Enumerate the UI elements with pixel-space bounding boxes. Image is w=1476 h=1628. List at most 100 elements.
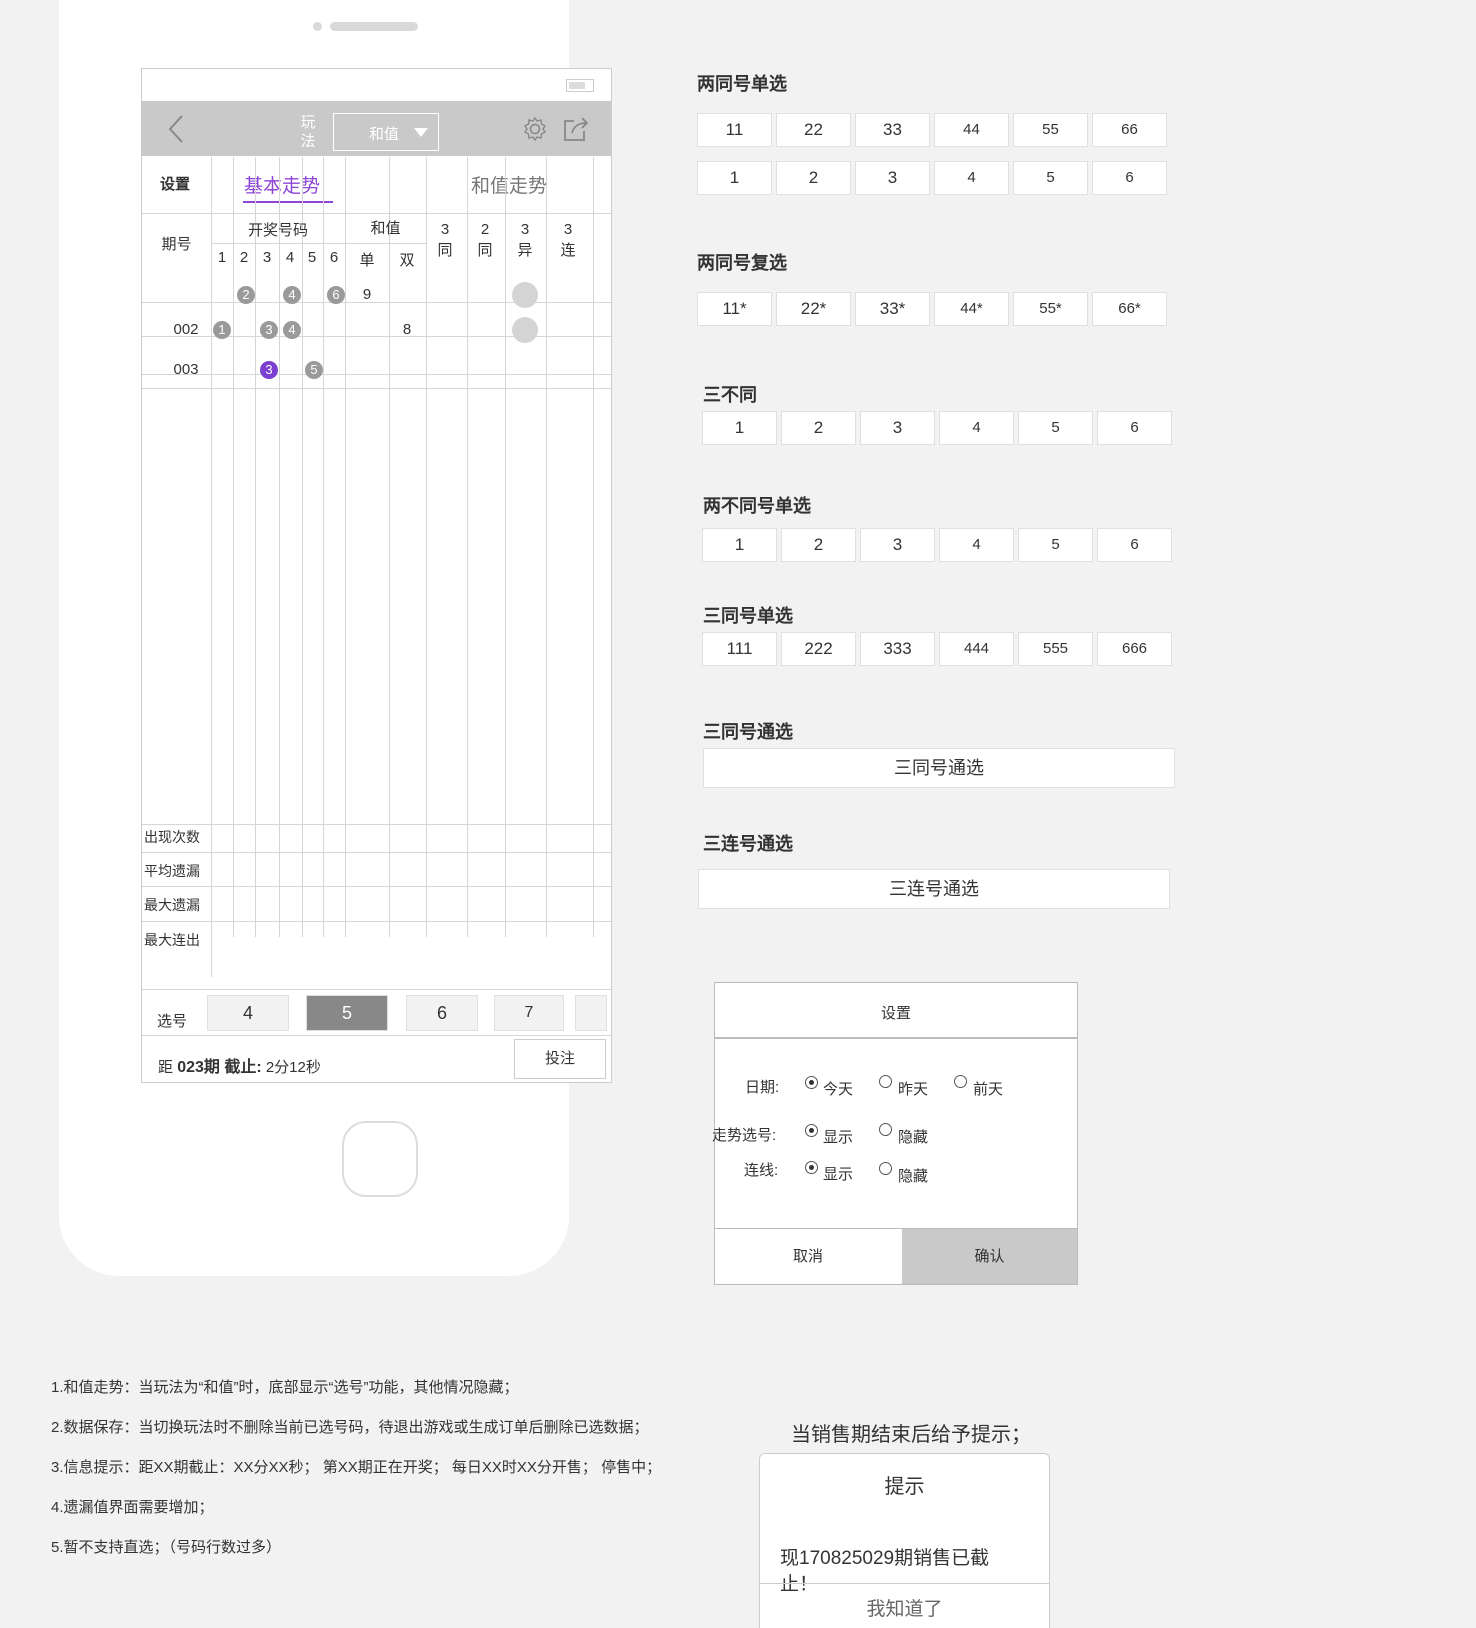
alert-dialog: 提示 现170825029期销售已截止！ 我知道了 — [759, 1453, 1050, 1628]
number-option[interactable]: 222 — [781, 632, 856, 666]
number-ball: 4 — [283, 286, 301, 304]
number-ball: 3 — [260, 361, 278, 379]
trend-pick-hide-radio[interactable] — [879, 1123, 892, 1136]
alert-ok-button[interactable]: 我知道了 — [760, 1594, 1049, 1621]
picker-option[interactable]: 5 — [306, 995, 388, 1031]
number-option[interactable]: 2 — [781, 528, 856, 562]
date-yesterday-radio[interactable] — [879, 1075, 892, 1088]
divider — [715, 1037, 1077, 1039]
number-option[interactable]: 444 — [939, 632, 1014, 666]
bet-button[interactable]: 投注 — [514, 1039, 606, 1079]
number-option[interactable]: 11* — [697, 292, 772, 326]
extra-column-header: 3 连 — [560, 221, 576, 259]
three-seq-all-button[interactable]: 三连号通选 — [698, 869, 1170, 909]
grid-line — [546, 157, 547, 937]
number-option[interactable]: 1 — [702, 411, 777, 445]
trend-pick-show-label: 显示 — [823, 1129, 854, 1146]
number-option[interactable]: 55* — [1013, 292, 1088, 326]
stats-row-label: 平均遗漏 — [144, 863, 200, 879]
tab-basic-trend[interactable]: 基本走势 — [232, 171, 332, 198]
three-same-all-button[interactable]: 三同号通选 — [703, 748, 1175, 788]
number-ball: 4 — [283, 321, 301, 339]
confirm-button[interactable]: 确认 — [902, 1229, 1077, 1284]
number-option[interactable]: 6 — [1097, 411, 1172, 445]
picker-label: 选号 — [156, 1013, 187, 1030]
number-option[interactable]: 44 — [934, 113, 1009, 147]
home-button[interactable] — [342, 1121, 418, 1197]
play-mode-select[interactable]: 和值 — [333, 113, 439, 151]
picker-option[interactable]: 6 — [406, 995, 478, 1031]
date-yesterday-label: 昨天 — [898, 1081, 929, 1098]
trend-pick-show-radio[interactable] — [805, 1124, 818, 1137]
number-option[interactable]: 6 — [1092, 161, 1167, 195]
number-option[interactable]: 3 — [855, 161, 930, 195]
issue-header: 期号 — [161, 236, 192, 253]
issue-cell: 003 — [173, 361, 199, 378]
note-line: 1.和值走势：当玩法为“和值”时，底部显示“选号”功能，其他情况隐藏； — [51, 1379, 519, 1396]
trend-pick-label: 走势选号: — [712, 1127, 777, 1144]
share-icon[interactable] — [562, 116, 590, 142]
divider — [142, 1035, 611, 1036]
digit-column-header: 3 — [262, 249, 272, 266]
number-option[interactable]: 11 — [697, 113, 772, 147]
note-line: 4.遗漏值界面需要增加； — [51, 1499, 214, 1516]
number-option[interactable]: 44* — [934, 292, 1009, 326]
number-option[interactable]: 1 — [702, 528, 777, 562]
picker-option[interactable]: 7 — [494, 995, 564, 1031]
number-option[interactable]: 5 — [1018, 528, 1093, 562]
number-option[interactable]: 3 — [860, 411, 935, 445]
number-option[interactable]: 4 — [934, 161, 1009, 195]
grid-line — [211, 157, 212, 977]
back-arrow-icon[interactable] — [164, 114, 190, 144]
grid-line — [426, 157, 427, 937]
picker-option[interactable]: 4 — [207, 995, 289, 1031]
number-option[interactable]: 111 — [702, 632, 777, 666]
date-daybefore-label: 前天 — [973, 1081, 1004, 1098]
number-option[interactable]: 333 — [860, 632, 935, 666]
number-option[interactable]: 22* — [776, 292, 851, 326]
number-option[interactable]: 22 — [776, 113, 851, 147]
speaker-grille — [330, 22, 418, 31]
countdown-text: 距 023期 截止: 2分12秒 — [158, 1053, 321, 1077]
date-today-radio[interactable] — [805, 1076, 818, 1089]
section-title-two_same_single: 两同号单选 — [697, 74, 787, 94]
sum-column-header: 双 — [399, 252, 415, 269]
number-option[interactable]: 555 — [1018, 632, 1093, 666]
number-option[interactable]: 2 — [781, 411, 856, 445]
cancel-button[interactable]: 取消 — [715, 1229, 901, 1284]
grid-line — [255, 157, 256, 937]
stats-row-label: 出现次数 — [144, 829, 200, 845]
number-option[interactable]: 3 — [860, 528, 935, 562]
number-option[interactable]: 666 — [1097, 632, 1172, 666]
number-option[interactable]: 1 — [697, 161, 772, 195]
number-option[interactable]: 5 — [1013, 161, 1088, 195]
number-ball: 6 — [327, 286, 345, 304]
number-option[interactable]: 4 — [939, 411, 1014, 445]
date-daybefore-radio[interactable] — [954, 1075, 967, 1088]
divider — [142, 989, 611, 990]
number-option[interactable]: 55 — [1013, 113, 1088, 147]
number-option[interactable]: 33 — [855, 113, 930, 147]
number-option[interactable]: 5 — [1018, 411, 1093, 445]
number-option[interactable]: 6 — [1097, 528, 1172, 562]
line-hide-radio[interactable] — [879, 1162, 892, 1175]
line-show-radio[interactable] — [805, 1161, 818, 1174]
number-option[interactable]: 66 — [1092, 113, 1167, 147]
draw-number-header: 开奖号码 — [247, 222, 308, 239]
note-line: 2.数据保存：当切换玩法时不删除当前已选号码，待退出游戏或生成订单后删除已选数据… — [51, 1419, 649, 1436]
picker-overflow-option[interactable] — [575, 995, 607, 1031]
extra-column-header: 2 同 — [477, 221, 493, 259]
grid-line — [467, 157, 468, 937]
number-option[interactable]: 4 — [939, 528, 1014, 562]
tab-sum-trend[interactable]: 和值走势 — [454, 171, 564, 198]
number-option[interactable]: 66* — [1092, 292, 1167, 326]
digit-column-header: 2 — [239, 249, 249, 266]
gear-icon[interactable] — [522, 116, 548, 142]
settings-dialog-title: 设置 — [880, 1005, 911, 1022]
number-option[interactable]: 2 — [776, 161, 851, 195]
line-show-label: 显示 — [823, 1166, 854, 1183]
settings-tab[interactable]: 设置 — [142, 173, 208, 194]
section-title-three_same_single: 三同号单选 — [703, 606, 793, 626]
number-option[interactable]: 33* — [855, 292, 930, 326]
section-title-three-same-all: 三同号通选 — [703, 722, 793, 742]
